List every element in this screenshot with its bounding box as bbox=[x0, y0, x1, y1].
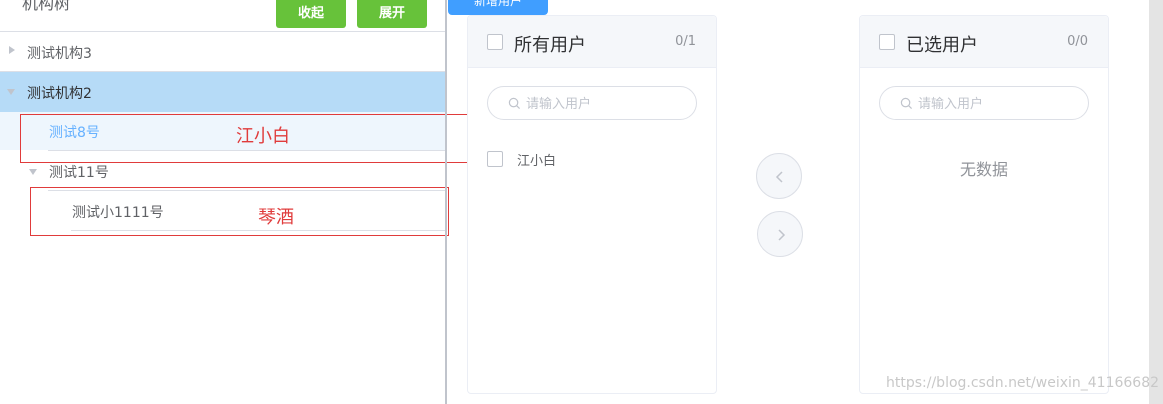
transfer-panel-header: 所有用户 0/1 bbox=[468, 16, 716, 68]
tree-node-label: 测试11号 bbox=[49, 165, 109, 181]
annotation-box-2 bbox=[30, 187, 449, 236]
list-item-label: 江小白 bbox=[517, 154, 557, 169]
transfer-panel-all-users: 所有用户 0/1 江小白 bbox=[467, 15, 717, 394]
app-root: 机构树 收起 展开 测试机构3 测试机构2 测试8号 测试11号 测试小1111… bbox=[0, 0, 1163, 404]
transfer-panel-count: 0/0 bbox=[1067, 34, 1088, 49]
watermark: https://blog.csdn.net/weixin_41166682 bbox=[886, 375, 1160, 391]
transfer-panel-title: 所有用户 bbox=[514, 35, 586, 56]
tree-node-label: 测试机构2 bbox=[27, 86, 92, 102]
annotation-text-1: 江小白 bbox=[236, 126, 290, 147]
tree-node-org3[interactable]: 测试机构3 bbox=[0, 32, 446, 72]
transfer-panel-header: 已选用户 0/0 bbox=[860, 16, 1108, 68]
annotation-text-2: 琴酒 bbox=[258, 207, 294, 228]
collapse-button[interactable]: 收起 bbox=[276, 0, 346, 28]
transfer-panel-selected-users: 已选用户 0/0 无数据 bbox=[859, 15, 1109, 394]
transfer-panel-title: 已选用户 bbox=[906, 35, 978, 56]
caret-down-icon[interactable] bbox=[29, 169, 37, 175]
move-left-button[interactable] bbox=[756, 153, 802, 199]
select-all-checkbox[interactable] bbox=[487, 34, 503, 50]
caret-down-icon[interactable] bbox=[7, 89, 15, 95]
tree-node-label: 测试机构3 bbox=[27, 46, 92, 62]
caret-right-icon[interactable] bbox=[9, 46, 15, 54]
org-tree-header: 机构树 收起 展开 bbox=[0, 0, 446, 32]
expand-button[interactable]: 展开 bbox=[357, 0, 427, 28]
scrollbar-track[interactable] bbox=[1149, 0, 1163, 404]
chevron-left-icon bbox=[775, 171, 783, 183]
search-box[interactable] bbox=[487, 86, 697, 120]
tree-node-org2[interactable]: 测试机构2 bbox=[0, 72, 446, 112]
chevron-right-icon bbox=[778, 229, 786, 241]
org-tree-title: 机构树 bbox=[22, 0, 71, 13]
transfer-panel-count: 0/1 bbox=[675, 34, 696, 49]
list-item[interactable]: 江小白 bbox=[487, 149, 687, 169]
item-checkbox[interactable] bbox=[487, 151, 503, 167]
search-input[interactable] bbox=[526, 94, 686, 114]
search-input[interactable] bbox=[918, 94, 1078, 114]
panel-divider bbox=[445, 0, 447, 404]
search-box[interactable] bbox=[879, 86, 1089, 120]
move-right-button[interactable] bbox=[757, 211, 803, 257]
search-icon bbox=[508, 97, 521, 110]
add-user-button[interactable]: 新增用户 bbox=[448, 0, 548, 15]
empty-state-text: 无数据 bbox=[959, 160, 1008, 179]
select-all-checkbox[interactable] bbox=[879, 34, 895, 50]
search-icon bbox=[900, 97, 913, 110]
